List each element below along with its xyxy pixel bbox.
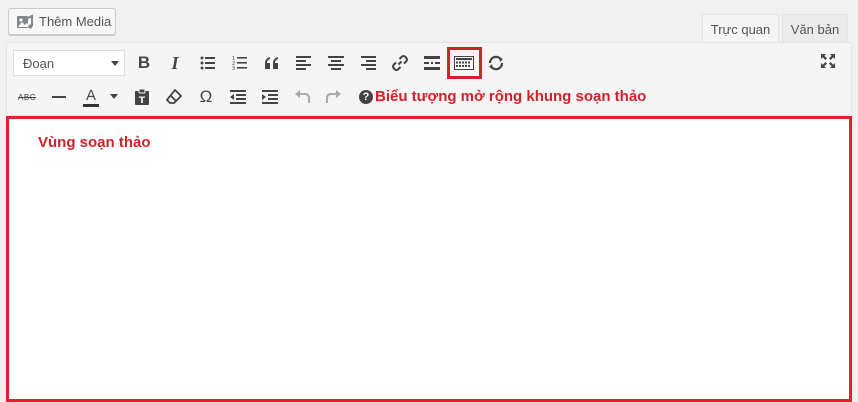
horizontal-line-icon <box>52 96 66 98</box>
numbered-list-icon: 1 2 3 <box>232 56 247 71</box>
horizontal-line-button[interactable] <box>45 83 73 111</box>
tab-visual[interactable]: Trực quan <box>702 14 779 43</box>
read-more-button[interactable] <box>418 49 446 77</box>
refresh-button[interactable] <box>482 49 510 77</box>
align-center-icon <box>328 56 344 70</box>
paste-text-icon: T <box>135 88 149 106</box>
outdent-icon <box>230 90 246 104</box>
indent-button[interactable] <box>256 83 284 111</box>
undo-icon <box>295 90 310 103</box>
align-right-button[interactable] <box>354 49 382 77</box>
svg-text:T: T <box>139 96 146 106</box>
indent-icon <box>262 90 278 104</box>
align-left-icon <box>296 56 311 70</box>
refresh-icon <box>488 55 504 71</box>
link-icon <box>392 55 408 71</box>
toolbar-toggle-annotation: Biểu tượng mở rộng khung soạn thảo <box>375 88 647 105</box>
italic-button[interactable]: I <box>161 49 189 77</box>
toolbar-toggle-icon <box>454 56 474 70</box>
align-left-button[interactable] <box>290 49 318 77</box>
link-button[interactable] <box>386 49 414 77</box>
fullscreen-button[interactable] <box>814 47 842 75</box>
chevron-down-icon <box>111 61 119 66</box>
blockquote-icon <box>265 57 278 69</box>
redo-icon <box>326 90 341 103</box>
tab-text[interactable]: Văn bản <box>782 14 848 43</box>
toolbar-toggle-button[interactable] <box>450 49 478 77</box>
blockquote-button[interactable] <box>258 49 286 77</box>
add-media-label: Thêm Media <box>39 14 112 29</box>
italic-icon: I <box>171 52 179 73</box>
add-media-button[interactable]: Thêm Media <box>8 8 116 35</box>
bold-button[interactable]: B <box>130 49 158 77</box>
undo-button[interactable] <box>288 83 316 111</box>
clear-formatting-button[interactable] <box>160 83 188 111</box>
bold-icon: B <box>137 53 151 72</box>
text-color-button[interactable]: A <box>77 83 105 111</box>
strikethrough-button[interactable]: ABC <box>13 83 41 111</box>
numbered-list-button[interactable]: 1 2 3 <box>226 49 254 77</box>
add-media-icon <box>15 12 35 32</box>
editor-area-annotation: Vùng soạn thảo <box>38 134 151 151</box>
editor-area[interactable] <box>6 116 852 402</box>
bullet-list-button[interactable] <box>194 49 222 77</box>
align-right-icon <box>361 56 376 70</box>
clear-formatting-icon <box>166 89 182 104</box>
paste-text-button[interactable]: T <box>128 83 156 111</box>
special-character-icon: Ω <box>199 87 213 106</box>
outdent-button[interactable] <box>224 83 252 111</box>
chevron-down-icon[interactable] <box>110 94 118 99</box>
svg-text:3: 3 <box>232 66 235 71</box>
special-character-button[interactable]: Ω <box>192 83 220 111</box>
strikethrough-icon: ABC <box>18 92 36 102</box>
help-icon[interactable]: ? <box>359 90 373 104</box>
text-color-icon: A <box>83 88 99 107</box>
redo-button[interactable] <box>320 83 348 111</box>
read-more-icon <box>424 56 440 70</box>
fullscreen-icon <box>821 54 835 68</box>
format-select[interactable]: Đoạn <box>13 50 125 76</box>
bullet-list-icon <box>200 56 215 70</box>
align-center-button[interactable] <box>322 49 350 77</box>
